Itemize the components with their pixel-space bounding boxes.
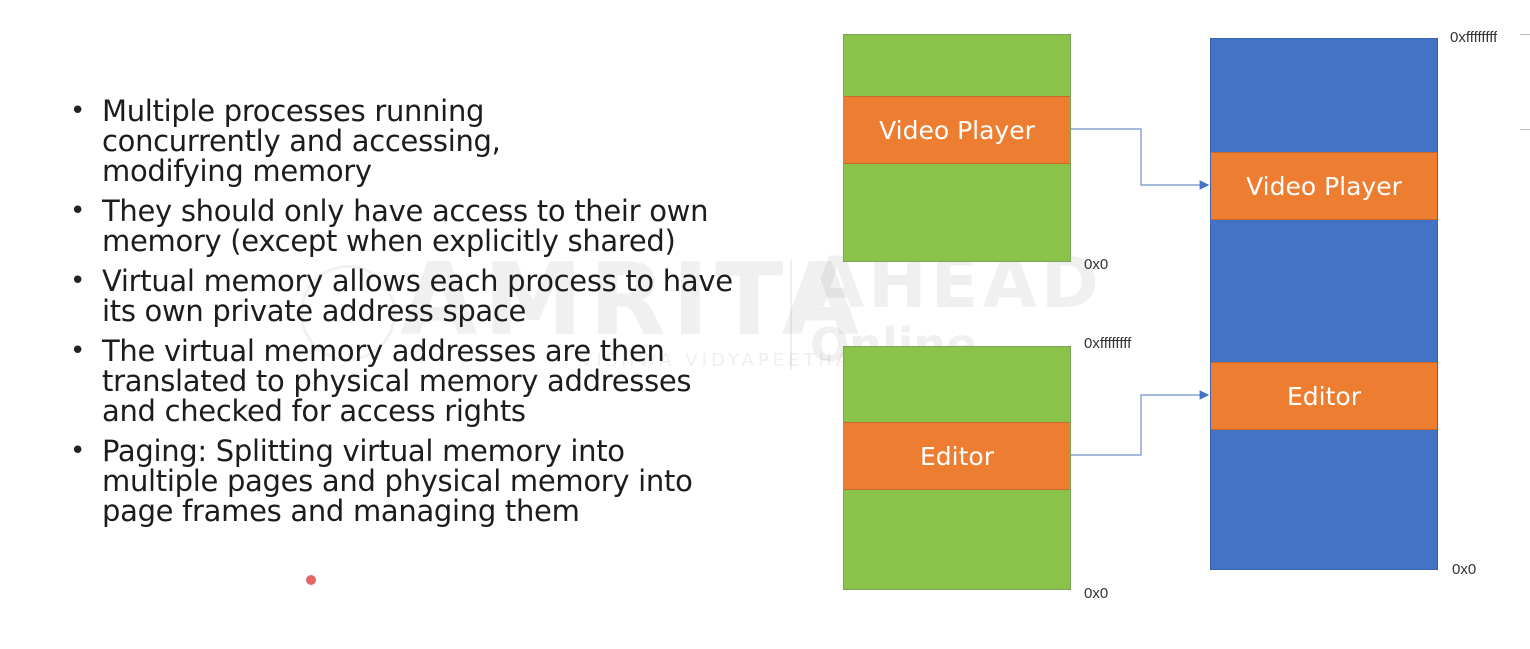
- physical-memory: Video Player Editor: [1210, 38, 1438, 570]
- physical-bottom-addr: 0x0: [1452, 561, 1477, 578]
- video-player-mapping-arrow: [1071, 128, 1210, 190]
- laser-pointer-icon: [306, 575, 316, 585]
- slide: AMRITA VISHWA VIDYAPEETHAM AHEAD Online …: [0, 0, 1530, 649]
- editor-process-top-addr: 0xffffffff: [1084, 335, 1132, 352]
- physical-video-player-frame: Video Player: [1211, 152, 1437, 220]
- video-player-segment: Video Player: [844, 96, 1070, 164]
- edge-divider: [1520, 34, 1530, 35]
- editor-segment: Editor: [844, 422, 1070, 490]
- video-process-bottom-addr: 0x0: [1084, 256, 1109, 273]
- editor-process-memory: Editor: [843, 346, 1071, 590]
- editor-mapping-arrow: [1071, 390, 1210, 456]
- edge-divider: [1520, 129, 1530, 130]
- physical-editor-frame: Editor: [1211, 362, 1437, 430]
- physical-top-addr: 0xffffffff: [1450, 29, 1498, 45]
- editor-process-bottom-addr: 0x0: [1084, 585, 1109, 602]
- video-process-memory: Video Player: [843, 34, 1071, 262]
